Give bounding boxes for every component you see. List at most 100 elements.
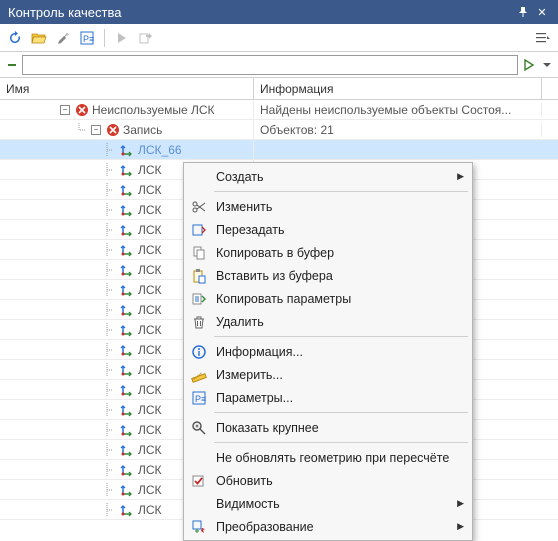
coord-system-icon: [119, 303, 135, 317]
tree-label: ЛСК: [138, 383, 162, 397]
coord-system-icon: [119, 483, 135, 497]
ctx-label: Создать: [216, 170, 457, 184]
ctx-label: Видимость: [216, 497, 457, 511]
search-input[interactable]: [22, 55, 518, 75]
tree-label: ЛСК: [138, 503, 162, 517]
blank-icon: [188, 447, 210, 469]
ctx-item-create[interactable]: Создать▶: [186, 165, 470, 188]
column-header-name[interactable]: Имя: [0, 78, 254, 99]
tree-label: ЛСК: [138, 423, 162, 437]
branch-line-icon: [104, 483, 114, 497]
tree-label: ЛСК: [138, 343, 162, 357]
tree-label: ЛСК: [138, 323, 162, 337]
coord-system-icon: [119, 443, 135, 457]
ctx-item-reassign[interactable]: Перезадать: [186, 218, 470, 241]
ctx-item-delete[interactable]: Удалить: [186, 310, 470, 333]
export-icon[interactable]: [135, 27, 157, 49]
ctx-label: Копировать в буфер: [216, 246, 464, 260]
coord-system-icon: [119, 143, 135, 157]
coord-system-icon: [119, 383, 135, 397]
svg-text:P≡: P≡: [83, 34, 94, 44]
search-go-icon[interactable]: [520, 54, 538, 76]
ctx-item-paste[interactable]: Вставить из буфера: [186, 264, 470, 287]
ctx-item-copy[interactable]: Копировать в буфер: [186, 241, 470, 264]
coord-system-icon: [119, 343, 135, 357]
ctx-item-refresh[interactable]: Обновить: [186, 469, 470, 492]
coord-system-icon: [119, 263, 135, 277]
transform-icon: [188, 516, 210, 538]
expander-minus-icon[interactable]: −: [60, 105, 70, 115]
context-menu-separator: [214, 191, 468, 192]
branch-line-icon: [104, 143, 114, 157]
blank-icon: [188, 493, 210, 515]
column-header-info[interactable]: Информация: [254, 78, 542, 99]
branch-line-icon: [104, 343, 114, 357]
search-dropdown-icon[interactable]: [4, 54, 20, 76]
reassign-icon: [188, 219, 210, 241]
ctx-item-info[interactable]: Информация...: [186, 340, 470, 363]
branch-end-icon: [76, 123, 86, 137]
ctx-label: Преобразование: [216, 520, 457, 534]
tree-label: ЛСК: [138, 223, 162, 237]
branch-line-icon: [104, 463, 114, 477]
pin-icon[interactable]: [518, 7, 534, 17]
svg-text:P≡: P≡: [195, 394, 206, 404]
coord-system-icon: [119, 163, 135, 177]
coord-system-icon: [119, 463, 135, 477]
ctx-item-zoom[interactable]: Показать крупнее: [186, 416, 470, 439]
tree-label: ЛСК: [138, 163, 162, 177]
error-icon: [75, 103, 89, 117]
tree-info: Найдены неиспользуемые объекты Состоя...: [254, 103, 542, 117]
ctx-label: Измерить...: [216, 368, 464, 382]
refresh-icon[interactable]: [4, 27, 26, 49]
error-icon: [106, 123, 120, 137]
titlebar: Контроль качества ✕: [0, 0, 558, 24]
tree-row-record[interactable]: − Запись Объектов: 21: [0, 120, 558, 140]
paste-icon: [188, 265, 210, 287]
tree-label: Запись: [123, 123, 162, 137]
checkbox-icon: [188, 470, 210, 492]
close-icon[interactable]: ✕: [534, 6, 550, 19]
ctx-label: Не обновлять геометрию при пересчёте: [216, 451, 464, 465]
info-icon: [188, 341, 210, 363]
coord-system-icon: [119, 423, 135, 437]
ctx-item-transform[interactable]: Преобразование▶: [186, 515, 470, 538]
ctx-label: Изменить: [216, 200, 464, 214]
coord-system-icon: [119, 323, 135, 337]
copy-icon: [188, 242, 210, 264]
coord-system-icon: [119, 283, 135, 297]
blank-icon: [188, 166, 210, 188]
branch-line-icon: [104, 223, 114, 237]
list-options-icon[interactable]: [532, 27, 554, 49]
folder-open-icon[interactable]: [28, 27, 50, 49]
expander-minus-icon[interactable]: −: [91, 125, 101, 135]
branch-line-icon: [104, 303, 114, 317]
ctx-label: Информация...: [216, 345, 464, 359]
ctx-item-measure[interactable]: Измерить...: [186, 363, 470, 386]
play-icon[interactable]: [111, 27, 133, 49]
tree-row-selected[interactable]: ЛСК_66: [0, 140, 558, 160]
branch-line-icon: [104, 263, 114, 277]
wrench-icon[interactable]: [52, 27, 74, 49]
tree-info: Объектов: 21: [254, 123, 542, 137]
branch-line-icon: [104, 403, 114, 417]
toolbar: P≡: [0, 24, 558, 52]
tree-row-root[interactable]: − Неиспользуемые ЛСК Найдены неиспользуе…: [0, 100, 558, 120]
ctx-item-edit[interactable]: Изменить: [186, 195, 470, 218]
ctx-label: Параметры...: [216, 391, 464, 405]
ctx-item-params[interactable]: P≡ Параметры...: [186, 386, 470, 409]
ctx-item-no-update[interactable]: Не обновлять геометрию при пересчёте: [186, 446, 470, 469]
branch-line-icon: [104, 183, 114, 197]
branch-line-icon: [104, 443, 114, 457]
ctx-item-visibility[interactable]: Видимость▶: [186, 492, 470, 515]
ctx-item-copy-params[interactable]: Копировать параметры: [186, 287, 470, 310]
search-more-icon[interactable]: [540, 54, 554, 76]
tree-label: ЛСК: [138, 363, 162, 377]
column-header-row: Имя Информация: [0, 78, 558, 100]
search-bar: [0, 52, 558, 78]
params-toolbar-icon[interactable]: P≡: [76, 27, 98, 49]
tree-label: ЛСК: [138, 403, 162, 417]
context-menu-separator: [214, 412, 468, 413]
ctx-label: Перезадать: [216, 223, 464, 237]
ctx-label: Копировать параметры: [216, 292, 464, 306]
